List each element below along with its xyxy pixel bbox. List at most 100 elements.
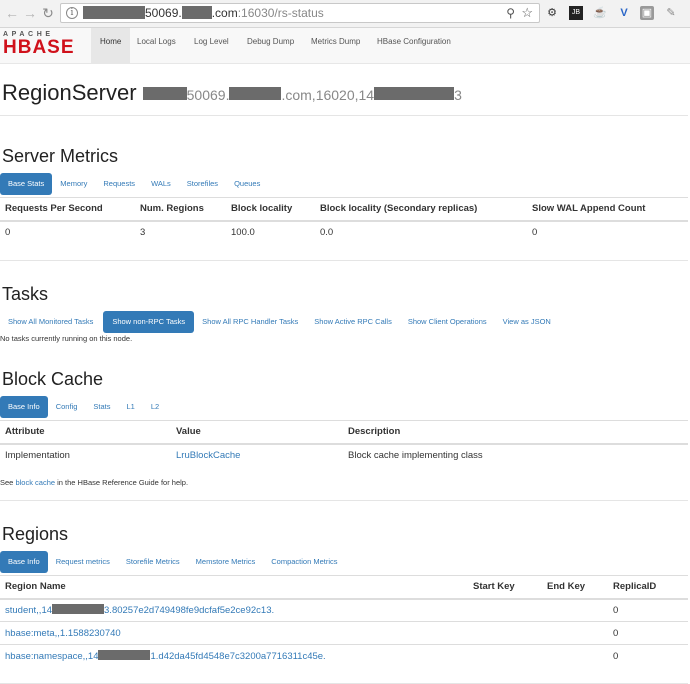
- url-text: 50069. .com:16030/rs-status: [83, 4, 324, 22]
- tab-show-client-operations[interactable]: Show Client Operations: [400, 311, 495, 333]
- redacted-block: [142, 87, 187, 100]
- table-cell: 0: [527, 220, 688, 244]
- server-metrics-table: Requests Per Second Num. Regions Block l…: [0, 197, 688, 244]
- block-cache-note: See block cache in the HBase Reference G…: [0, 478, 189, 487]
- table-cell: 0.0: [315, 220, 527, 244]
- tab-show-all-monitored-tasks[interactable]: Show All Monitored Tasks: [0, 311, 101, 333]
- block-cache-doc-link[interactable]: block cache: [15, 478, 55, 487]
- redacted-block: [374, 87, 455, 100]
- server-metrics-tabs: Base Stats Memory Requests WALs Storefiles Qu…: [0, 173, 268, 195]
- column-header: Slow WAL Append Count: [527, 197, 688, 222]
- column-header: Block locality: [226, 197, 315, 222]
- gear-extension-icon[interactable]: ⚙: [545, 6, 559, 20]
- table-row: student,,14 3.80257e2d749498fe9dcfaf5e2ce…: [0, 598, 688, 622]
- tasks-heading: Tasks: [2, 284, 49, 304]
- column-header: Num. Regions: [135, 197, 226, 222]
- tab-base-stats[interactable]: Base Stats: [0, 173, 53, 195]
- hbase-logo[interactable]: APACHE HBASE: [3, 31, 83, 59]
- table-cell: [542, 621, 608, 645]
- tab-show-all-rpc-handler-tasks[interactable]: Show All RPC Handler Tasks: [194, 311, 306, 333]
- nav-metrics-dump[interactable]: Metrics Dump: [302, 28, 369, 63]
- table-cell: Block cache implementing class: [343, 443, 688, 467]
- column-header: Value: [171, 420, 343, 445]
- nav-home[interactable]: Home: [91, 28, 131, 63]
- regions-table: Region Name Start Key End Key ReplicaID …: [0, 575, 688, 668]
- tab-storefile-metrics[interactable]: Storefile Metrics: [118, 551, 188, 573]
- tab-wals[interactable]: WALs: [143, 173, 179, 195]
- page-title-host: 50069. .com,16020,14 3: [142, 87, 462, 103]
- table-cell: [542, 644, 608, 668]
- square-extension-icon[interactable]: ▣: [640, 6, 654, 20]
- block-cache-heading: Block Cache: [2, 369, 104, 389]
- redacted-block: [98, 650, 151, 661]
- redacted-block: [181, 6, 212, 19]
- column-header: Start Key: [468, 575, 542, 600]
- redacted-block: [52, 604, 105, 615]
- column-header: Description: [343, 420, 688, 445]
- tab-request-metrics[interactable]: Request metrics: [48, 551, 118, 573]
- redacted-block: [229, 87, 282, 100]
- forward-icon[interactable]: →: [22, 5, 38, 21]
- block-cache-table: Attribute Value Description Implementati…: [0, 420, 688, 467]
- column-header: End Key: [542, 575, 608, 600]
- tab-regions-base-info[interactable]: Base Info: [0, 551, 48, 573]
- address-bar[interactable]: i 50069. .com:16030/rs-status ⚲ ☆: [60, 3, 540, 23]
- page-title: RegionServer 50069. .com,16020,14 3: [2, 80, 462, 106]
- tab-memstore-metrics[interactable]: Memstore Metrics: [188, 551, 264, 573]
- browser-toolbar: ← → ↻ i 50069. .com:16030/rs-status ⚲ ☆ ⚙…: [0, 0, 690, 28]
- region-link-student[interactable]: student,,14 3.80257e2d749498fe9dcfaf5e2ce…: [0, 598, 468, 622]
- tab-l2[interactable]: L2: [143, 396, 167, 418]
- regions-heading: Regions: [2, 524, 69, 544]
- regions-tabs: Base Info Request metrics Storefile Metric…: [0, 551, 346, 573]
- table-cell: [468, 598, 542, 622]
- table-row: Implementation LruBlockCache Block cache…: [0, 443, 688, 467]
- column-header: Requests Per Second: [0, 197, 135, 222]
- table-cell: 0: [0, 220, 135, 244]
- table-cell: 0: [608, 644, 688, 668]
- back-icon[interactable]: ←: [4, 5, 20, 21]
- nav-log-level[interactable]: Log Level: [185, 28, 238, 63]
- zoom-icon[interactable]: ⚲: [506, 4, 515, 22]
- table-cell: 0: [608, 621, 688, 645]
- bookmark-star-icon[interactable]: ☆: [521, 4, 533, 22]
- table-cell: 0: [608, 598, 688, 622]
- region-link-hbase-namespace[interactable]: hbase:namespace,,14 1.d42da45fd4548e7c320…: [0, 644, 468, 668]
- table-cell: [468, 621, 542, 645]
- tab-view-as-json[interactable]: View as JSON: [495, 311, 559, 333]
- column-header: Region Name: [0, 575, 468, 600]
- tab-stats[interactable]: Stats: [85, 396, 118, 418]
- tab-compaction-metrics[interactable]: Compaction Metrics: [263, 551, 345, 573]
- nav-local-logs[interactable]: Local Logs: [128, 28, 185, 63]
- tab-show-non-rpc-tasks[interactable]: Show non-RPC Tasks: [103, 311, 195, 333]
- v-extension-icon[interactable]: V: [617, 6, 631, 20]
- table-header-row: Attribute Value Description: [0, 420, 688, 445]
- tab-base-info[interactable]: Base Info: [0, 396, 48, 418]
- tab-requests[interactable]: Requests: [95, 173, 143, 195]
- divider: [0, 115, 688, 116]
- table-cell: [468, 644, 542, 668]
- tab-l1[interactable]: L1: [118, 396, 142, 418]
- reload-icon[interactable]: ↻: [40, 5, 56, 21]
- tab-config[interactable]: Config: [48, 396, 86, 418]
- column-header: Block locality (Secondary replicas): [315, 197, 527, 222]
- cup-extension-icon[interactable]: ☕: [593, 6, 607, 20]
- redacted-block: [83, 6, 145, 19]
- tab-memory[interactable]: Memory: [52, 173, 95, 195]
- tab-show-active-rpc-calls[interactable]: Show Active RPC Calls: [306, 311, 400, 333]
- region-link-hbase-meta[interactable]: hbase:meta,,1.1588230740: [0, 621, 468, 645]
- column-header: ReplicaID: [608, 575, 688, 600]
- tab-storefiles[interactable]: Storefiles: [179, 173, 226, 195]
- lrublockcache-link[interactable]: LruBlockCache: [171, 443, 343, 467]
- tasks-message: No tasks currently running on this node.: [0, 334, 133, 343]
- logo-hbase-text: HBASE: [3, 37, 75, 58]
- site-info-icon[interactable]: i: [66, 7, 78, 19]
- tab-queues[interactable]: Queues: [226, 173, 268, 195]
- server-metrics-heading: Server Metrics: [2, 146, 119, 166]
- table-cell: Implementation: [0, 443, 171, 467]
- pen-extension-icon[interactable]: ✎: [664, 6, 678, 20]
- jb-extension-icon[interactable]: JB: [569, 6, 583, 20]
- table-cell: 100.0: [226, 220, 315, 244]
- nav-hbase-configuration[interactable]: HBase Configuration: [368, 28, 460, 63]
- table-row: hbase:meta,,1.1588230740 0: [0, 621, 688, 645]
- nav-debug-dump[interactable]: Debug Dump: [238, 28, 303, 63]
